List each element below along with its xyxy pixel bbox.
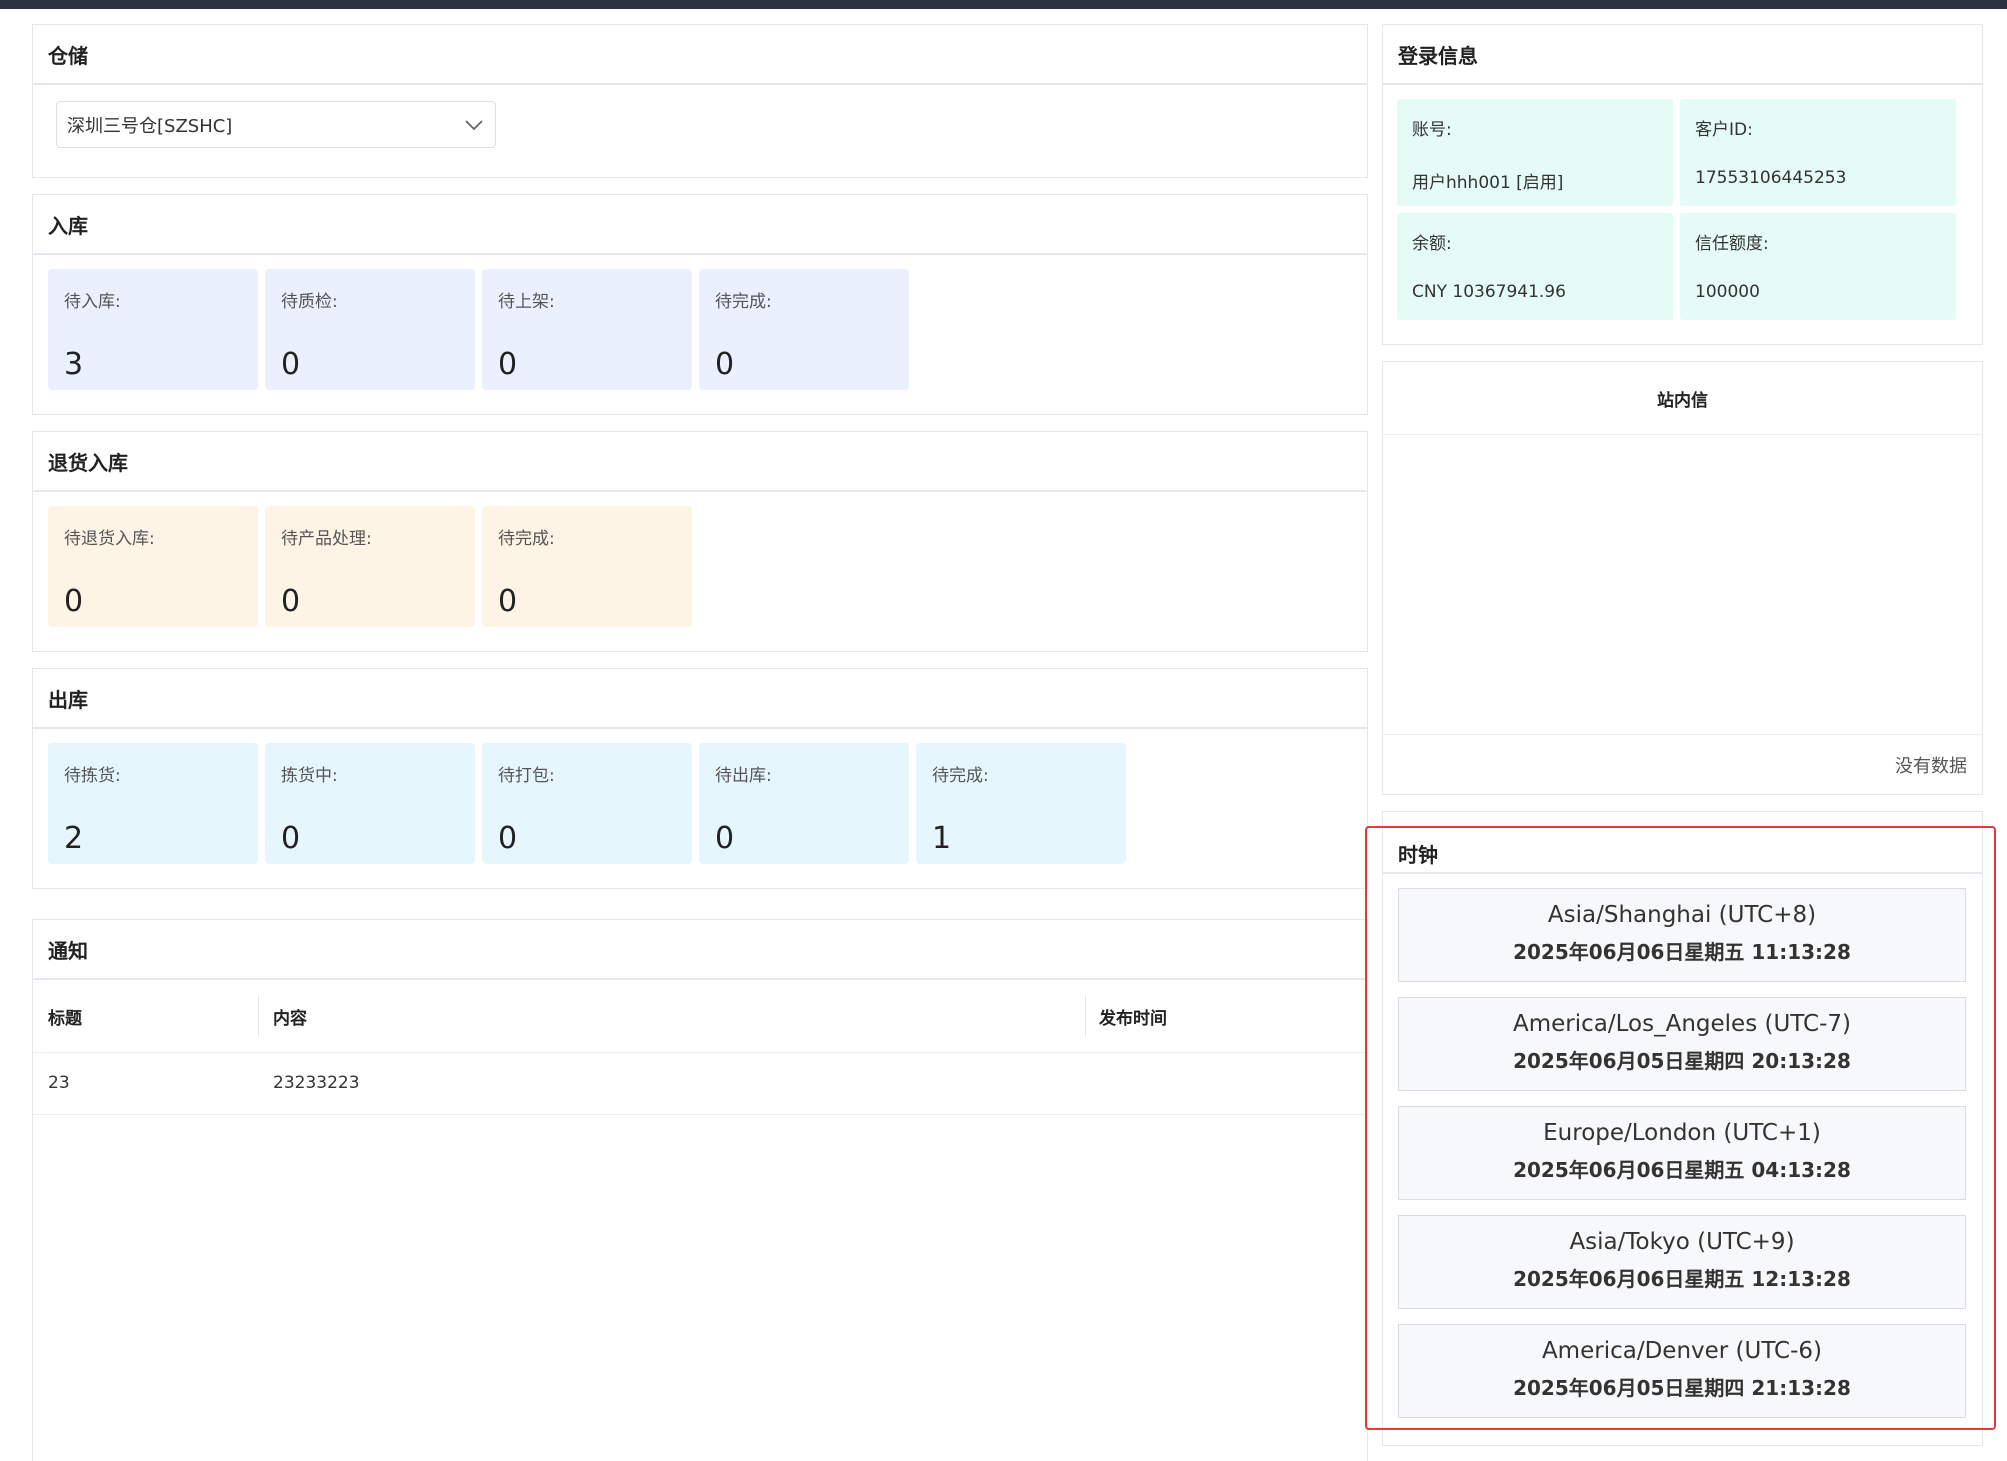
card-label: 待上架: [498,292,555,312]
card-value: 0 [498,821,518,856]
card-value: 3 [64,347,84,382]
card-label: 待完成: [932,766,989,786]
credit-cell: 信任额度: 100000 [1680,213,1956,320]
column-header-title[interactable]: 标题 [48,980,82,1052]
returns-card-pending-product[interactable]: 待产品处理: 0 [265,506,475,627]
column-divider [258,995,259,1037]
cell-title: 23 [48,1073,70,1093]
messages-empty: 没有数据 [1383,734,1982,794]
inbound-panel: 入库 待入库: 3 待质检: 0 待上架: 0 待完成: 0 [32,194,1368,415]
clock-highlight-box [1365,826,1996,1430]
balance-cell: 余额: CNY 10367941.96 [1397,213,1673,320]
top-bar [0,0,2007,9]
login-info-title: 登录信息 [1383,25,1982,85]
column-header-content[interactable]: 内容 [273,980,307,1052]
card-value: 0 [715,821,735,856]
card-label: 拣货中: [281,766,338,786]
card-label: 待拣货: [64,766,121,786]
credit-value: 100000 [1695,282,1760,302]
inbound-title: 入库 [33,195,1367,255]
card-value: 2 [64,821,84,856]
cell-content: 23233223 [273,1073,360,1093]
outbound-card-picking[interactable]: 拣货中: 0 [265,743,475,864]
outbound-card-pending-pack[interactable]: 待打包: 0 [482,743,692,864]
warehouse-title: 仓储 [33,25,1367,85]
warehouse-select[interactable]: 深圳三号仓[SZSHC] [56,101,496,148]
card-value: 0 [498,347,518,382]
card-label: 待完成: [715,292,772,312]
outbound-card-pending-complete[interactable]: 待完成: 1 [916,743,1126,864]
messages-title: 站内信 [1383,362,1982,435]
card-value: 0 [715,347,735,382]
outbound-panel: 出库 待拣货: 2 拣货中: 0 待打包: 0 待出库: 0 待完成: 1 [32,668,1368,889]
column-divider [1085,995,1086,1037]
outbound-card-pending-pick[interactable]: 待拣货: 2 [48,743,258,864]
outbound-title: 出库 [33,669,1367,729]
card-value: 0 [64,584,84,619]
card-label: 待入库: [64,292,121,312]
card-label: 待产品处理: [281,529,372,549]
returns-card-pending-complete[interactable]: 待完成: 0 [482,506,692,627]
card-label: 待出库: [715,766,772,786]
card-value: 0 [498,584,518,619]
credit-label: 信任额度: [1695,234,1769,254]
warehouse-select-value: 深圳三号仓[SZSHC] [67,115,233,137]
inbound-card-pending-complete[interactable]: 待完成: 0 [699,269,909,390]
customer-id-value: 17553106445253 [1695,168,1847,188]
card-value: 1 [932,821,952,856]
notice-panel: 通知 标题 内容 发布时间 23 23233223 [32,919,1368,1461]
customer-id-cell: 客户ID: 17553106445253 [1680,99,1956,206]
balance-value: CNY 10367941.96 [1412,282,1566,302]
card-label: 待打包: [498,766,555,786]
returns-panel: 退货入库 待退货入库: 0 待产品处理: 0 待完成: 0 [32,431,1368,652]
card-value: 0 [281,821,301,856]
account-label: 账号: [1412,120,1452,140]
chevron-down-icon [463,114,485,141]
returns-card-pending-return[interactable]: 待退货入库: 0 [48,506,258,627]
account-cell: 账号: 用户hhh001 [启用] [1397,99,1673,206]
inbound-card-pending-shelving[interactable]: 待上架: 0 [482,269,692,390]
returns-title: 退货入库 [33,432,1367,492]
balance-label: 余额: [1412,234,1452,254]
inbound-card-pending-qc[interactable]: 待质检: 0 [265,269,475,390]
inbound-card-pending-receipt[interactable]: 待入库: 3 [48,269,258,390]
column-header-publish-time[interactable]: 发布时间 [1099,980,1167,1052]
card-value: 0 [281,347,301,382]
notice-title: 通知 [33,920,1367,980]
messages-panel: 站内信 没有数据 [1382,361,1983,795]
notice-table-header: 标题 内容 发布时间 [33,980,1367,1053]
customer-id-label: 客户ID: [1695,120,1753,140]
warehouse-panel: 仓储 深圳三号仓[SZSHC] [32,24,1368,178]
table-row[interactable]: 23 23233223 [33,1052,1367,1115]
card-label: 待质检: [281,292,338,312]
account-value: 用户hhh001 [启用] [1412,173,1564,193]
login-info-panel: 登录信息 账号: 用户hhh001 [启用] 客户ID: 17553106445… [1382,24,1983,345]
card-label: 待完成: [498,529,555,549]
card-label: 待退货入库: [64,529,155,549]
card-value: 0 [281,584,301,619]
outbound-card-pending-ship[interactable]: 待出库: 0 [699,743,909,864]
